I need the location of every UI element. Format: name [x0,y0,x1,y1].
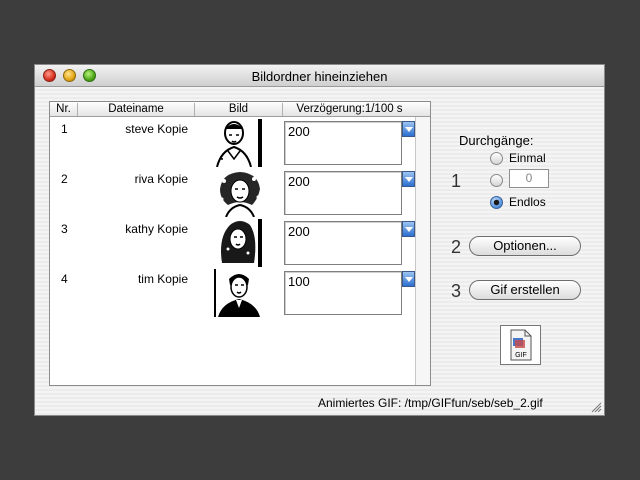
delay-dropdown-button[interactable] [402,271,415,287]
main-window: Bildordner hineinziehen Nr. Dateiname Bi… [34,64,605,416]
delay-value: 200 [288,224,310,239]
step-three-label: 3 [451,281,462,301]
table-row[interactable]: 2 riva Kopie 200 [50,169,416,219]
row-number: 4 [61,272,68,286]
column-header-nr[interactable]: Nr. [50,103,78,116]
delay-field[interactable]: 200 [284,121,402,165]
column-header-delay[interactable]: Verzögerung:1/100 s [283,103,416,116]
window-title: Bildordner hineinziehen [251,69,388,84]
table-row[interactable]: 1 steve Kopie 200 [50,119,416,169]
create-gif-button[interactable]: Gif erstellen [469,280,581,300]
table-row[interactable]: 3 kathy Kopie 200 [50,219,416,269]
loops-heading: Durchgänge: [459,133,534,148]
count-radio[interactable] [490,174,503,187]
once-label: Einmal [509,151,546,165]
row-filename: steve Kopie [125,122,188,136]
loop-count-field[interactable]: 0 [509,169,549,188]
portrait-tim-thumbnail [214,269,264,317]
delay-dropdown-button[interactable] [402,121,415,137]
options-button[interactable]: Optionen... [469,236,581,256]
row-number: 1 [61,122,68,136]
delay-value: 100 [288,274,310,289]
row-filename: tim Kopie [137,272,188,286]
row-number: 3 [61,222,68,236]
step-two-label: 2 [451,237,462,257]
delay-field[interactable]: 200 [284,171,402,215]
delay-dropdown-button[interactable] [402,221,415,237]
frames-table[interactable]: Nr. Dateiname Bild Verzögerung:1/100 s 1… [49,101,431,386]
column-header-filename[interactable]: Dateiname [78,103,195,116]
table-scrollbar[interactable] [415,117,430,385]
title-bar[interactable]: Bildordner hineinziehen [35,65,604,87]
delay-value: 200 [288,174,310,189]
resize-grip-icon[interactable] [591,402,602,413]
gif-icon-label: GIF [515,352,527,359]
portrait-riva-thumbnail [214,169,264,217]
table-row[interactable]: 4 tim Kopie 100 [50,269,416,319]
endless-label: Endlos [509,195,546,209]
table-header: Nr. Dateiname Bild Verzögerung:1/100 s [50,102,430,117]
status-text: Animiertes GIF: /tmp/GIFfun/seb/seb_2.gi… [318,396,543,410]
row-number: 2 [61,172,68,186]
step-one-label: 1 [451,171,462,191]
portrait-kathy-thumbnail [214,219,264,267]
endless-radio[interactable] [490,196,503,209]
row-filename: kathy Kopie [125,222,188,236]
once-radio[interactable] [490,152,503,165]
gif-document-icon[interactable]: GIF [500,325,541,365]
delay-dropdown-button[interactable] [402,171,415,187]
delay-value: 200 [288,124,310,139]
delay-field[interactable]: 200 [284,221,402,265]
row-filename: riva Kopie [134,172,188,186]
column-header-image[interactable]: Bild [195,103,283,116]
delay-field[interactable]: 100 [284,271,402,315]
portrait-steve-thumbnail [214,119,264,167]
